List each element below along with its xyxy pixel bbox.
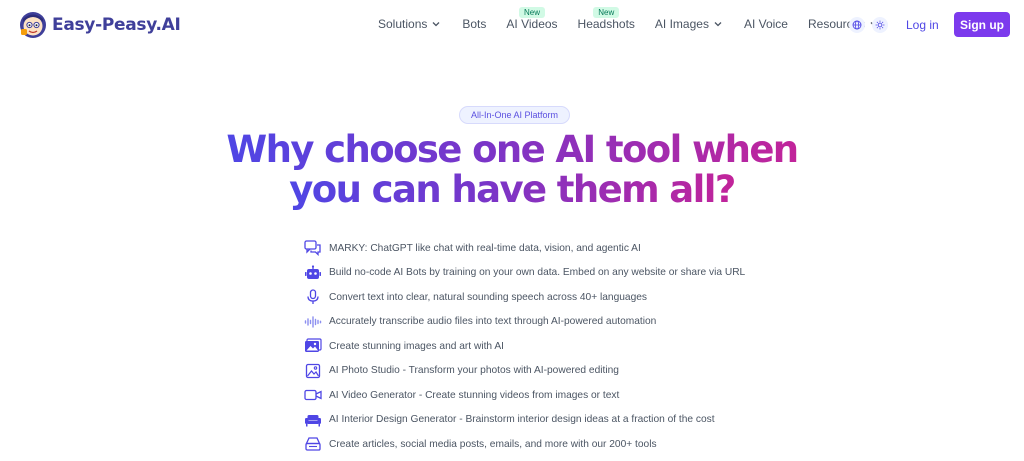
feature-text: Build no-code AI Bots by training on you… xyxy=(329,267,746,279)
top-navigation: Easy-Peasy.AI Solutions Bots New AI Vide… xyxy=(0,0,1024,50)
feature-text: AI Video Generator - Create stunning vid… xyxy=(329,389,620,401)
nav-item-ai-videos[interactable]: New AI Videos xyxy=(506,7,558,31)
sun-icon xyxy=(875,20,885,30)
nav-item-label: AI Videos xyxy=(506,17,558,31)
waveform-icon xyxy=(304,316,322,328)
chevron-down-icon xyxy=(432,22,440,27)
theme-toggle-button[interactable] xyxy=(872,17,888,33)
nav-item-headshots[interactable]: New Headshots xyxy=(577,7,635,31)
nav-item-label: AI Voice xyxy=(743,17,788,31)
headline-line-1: Why choose one AI tool when xyxy=(226,128,799,171)
logo-mascot-icon xyxy=(20,12,46,38)
headline-line-2: you can have them all? xyxy=(289,168,736,211)
feature-item: Accurately transcribe audio files into t… xyxy=(304,310,764,335)
nav-item-label: Headshots xyxy=(577,17,635,31)
microphone-icon xyxy=(307,289,319,305)
robot-icon xyxy=(305,265,321,279)
feature-item: Convert text into clear, natural soundin… xyxy=(304,285,764,310)
feature-item: Create stunning images and art with AI xyxy=(304,334,764,359)
nav-item-resources[interactable]: Resources xyxy=(808,17,878,31)
signup-button[interactable]: Sign up xyxy=(954,12,1010,37)
nav-item-bots[interactable]: Bots xyxy=(462,17,486,31)
nav-item-label: Bots xyxy=(462,17,487,31)
nav-item-ai-images[interactable]: AI Images xyxy=(655,17,722,31)
feature-item: AI Photo Studio - Transform your photos … xyxy=(304,359,764,384)
nav-item-ai-voice[interactable]: AI Voice xyxy=(744,17,788,31)
feature-text: AI Interior Design Generator - Brainstor… xyxy=(329,414,715,426)
images-icon xyxy=(305,338,322,353)
nav-item-label: Solutions xyxy=(378,17,428,31)
feature-text: Create stunning images and art with AI xyxy=(329,340,504,352)
new-badge: New xyxy=(593,7,620,18)
platform-pill: All-In-One AI Platform xyxy=(459,106,570,124)
feature-text: Create articles, social media posts, ema… xyxy=(329,438,657,450)
feature-item: Build no-code AI Bots by training on you… xyxy=(304,261,764,286)
brand-name: Easy-Peasy.AI xyxy=(52,15,181,35)
globe-icon xyxy=(852,20,862,30)
feature-text: Accurately transcribe audio files into t… xyxy=(329,316,657,328)
logo[interactable]: Easy-Peasy.AI xyxy=(18,10,181,40)
layers-icon xyxy=(305,437,321,451)
video-icon xyxy=(304,390,322,401)
chevron-down-icon xyxy=(714,22,722,27)
login-link[interactable]: Log in xyxy=(906,18,939,32)
feature-list: MARKY: ChatGPT like chat with real-time … xyxy=(304,236,764,457)
main-menu: Solutions Bots New AI Videos New Headsho… xyxy=(378,7,878,31)
feature-item: AI Video Generator - Create stunning vid… xyxy=(304,383,764,408)
nav-item-solutions[interactable]: Solutions xyxy=(378,17,440,31)
sofa-icon xyxy=(305,414,321,427)
feature-item: AI Interior Design Generator - Brainstor… xyxy=(304,408,764,433)
chat-icon xyxy=(304,240,321,257)
feature-item: Create articles, social media posts, ema… xyxy=(304,432,764,457)
feature-text: Convert text into clear, natural soundin… xyxy=(329,291,647,303)
new-badge: New xyxy=(518,7,545,18)
feature-item: MARKY: ChatGPT like chat with real-time … xyxy=(304,236,764,261)
photo-icon xyxy=(305,363,321,378)
language-button[interactable] xyxy=(849,17,865,33)
feature-text: MARKY: ChatGPT like chat with real-time … xyxy=(329,242,641,254)
feature-text: AI Photo Studio - Transform your photos … xyxy=(329,365,619,377)
nav-item-label: AI Images xyxy=(654,17,709,31)
hero-headline: Why choose one AI tool when you can have… xyxy=(0,130,1024,210)
